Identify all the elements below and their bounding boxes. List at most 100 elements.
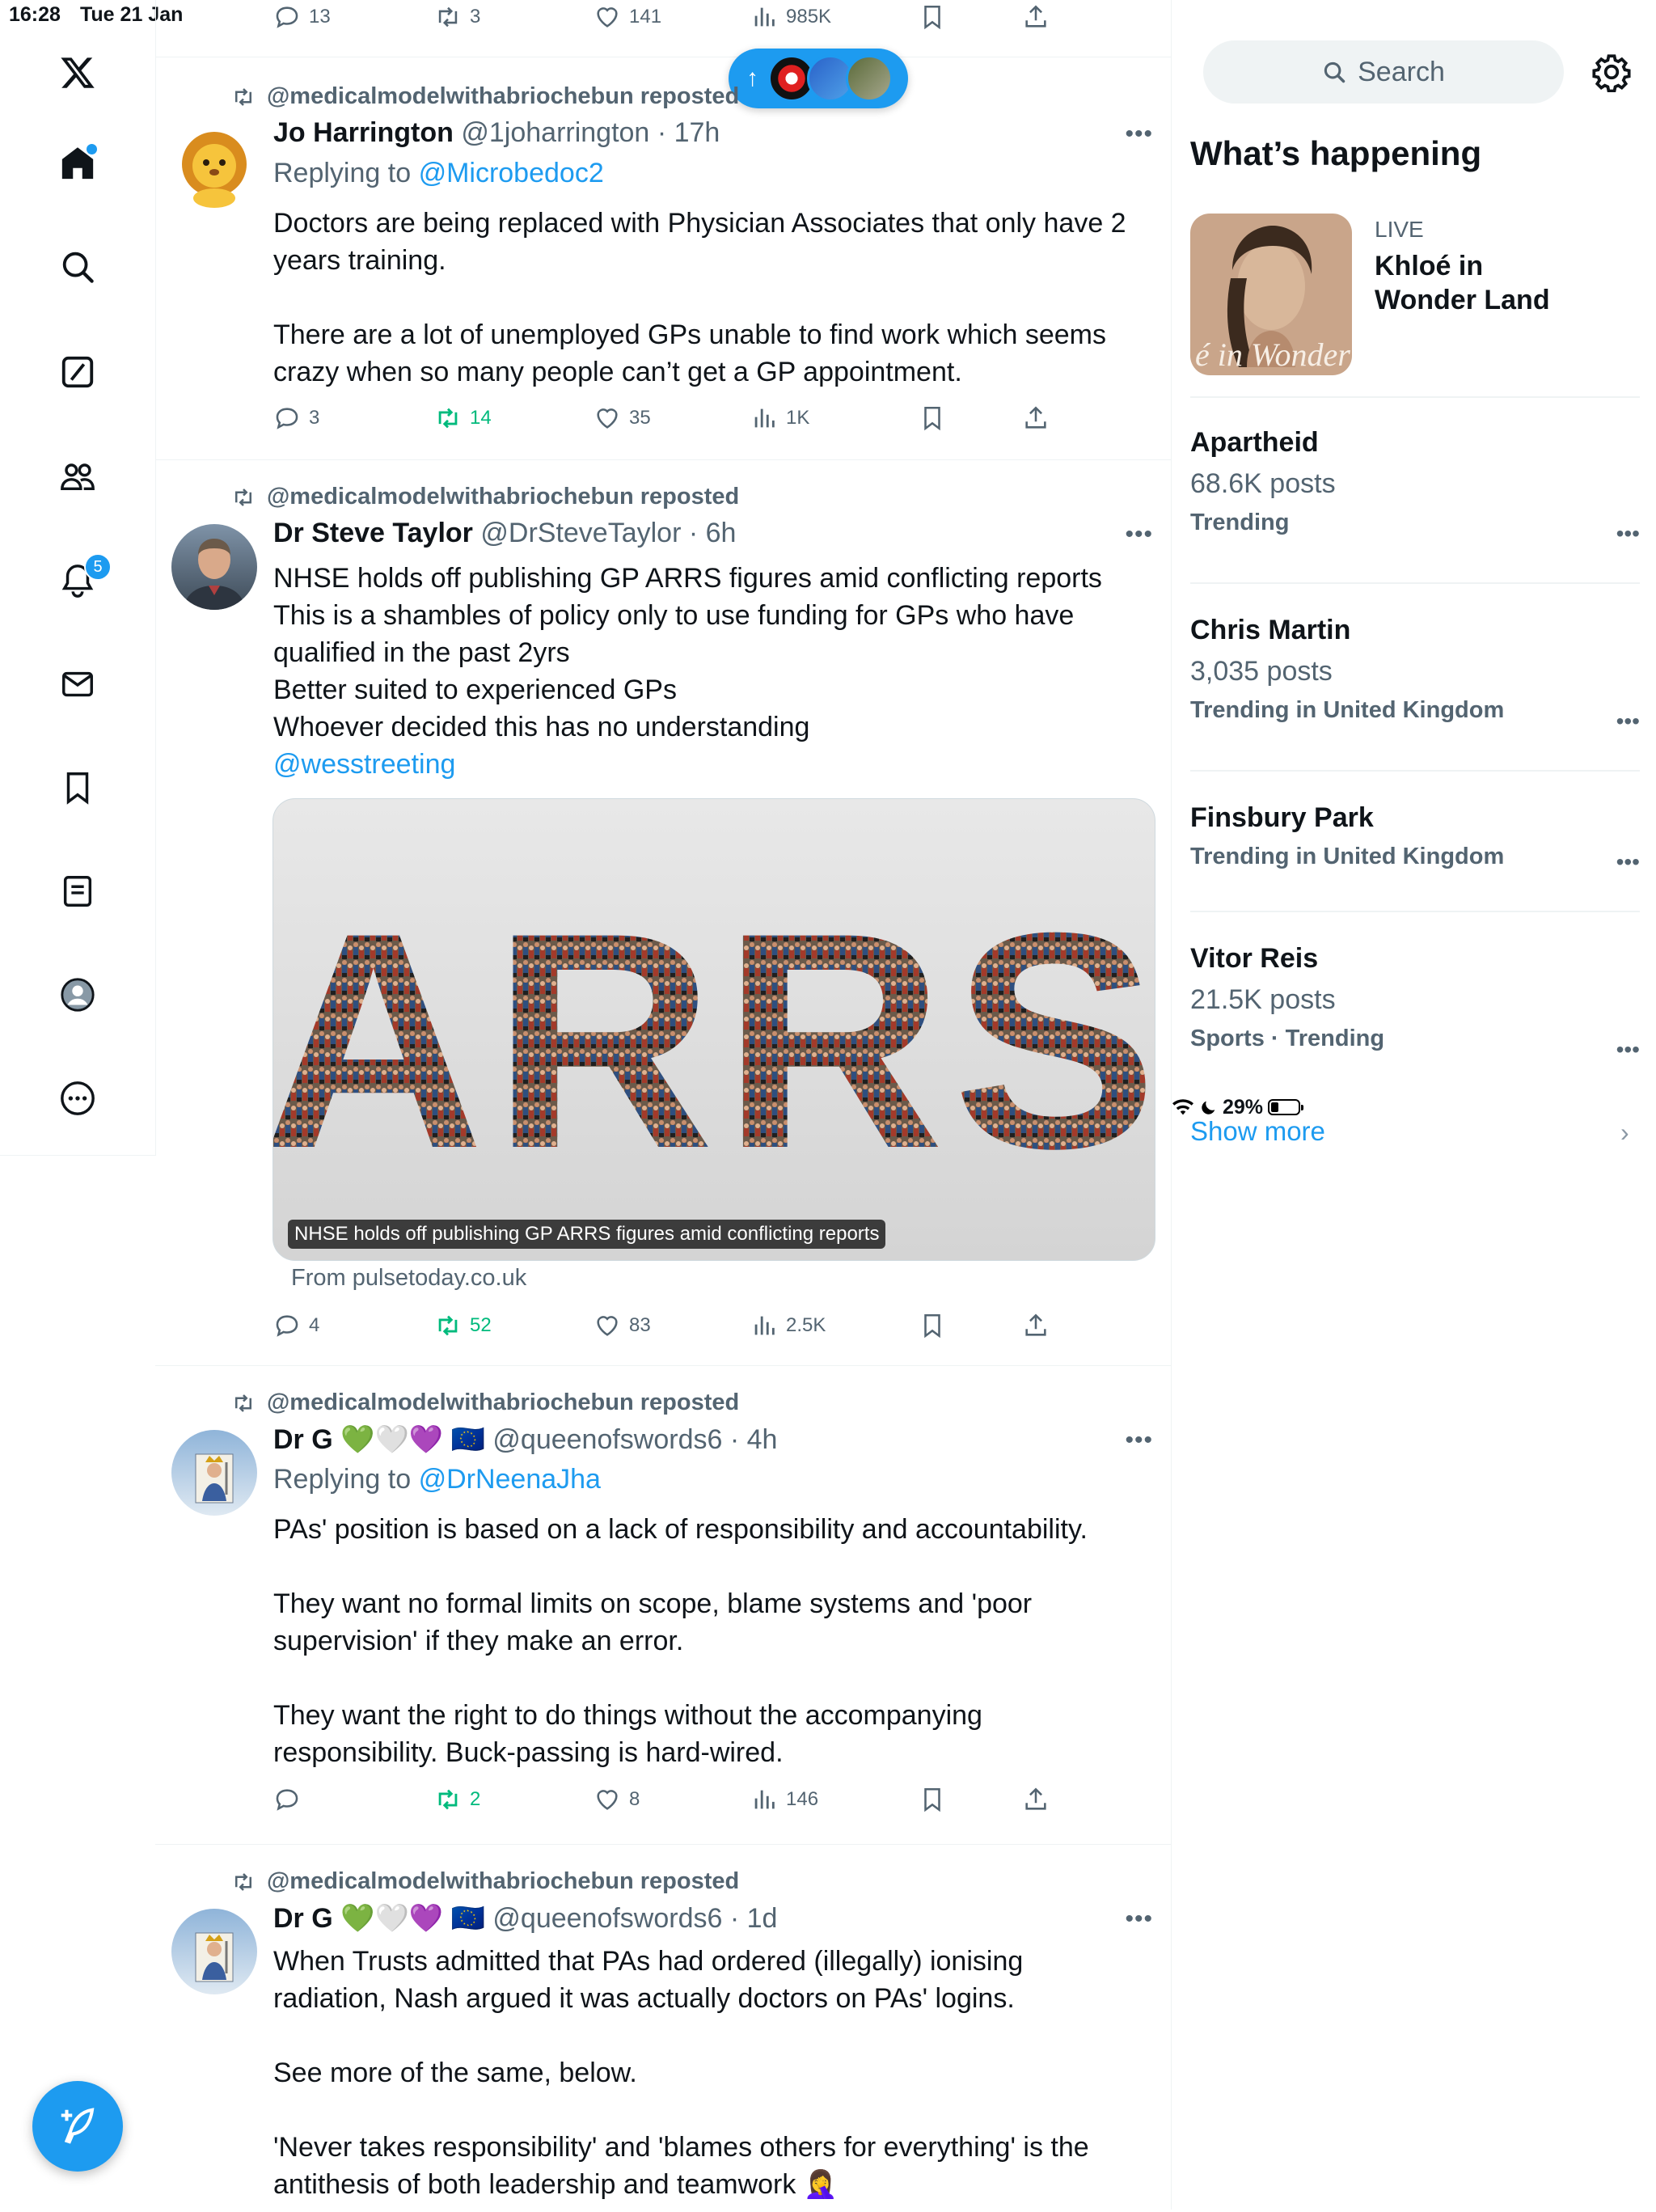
trend-item[interactable]: Apartheid 68.6K posts Trending •••: [1190, 427, 1640, 546]
share-button[interactable]: [1022, 1786, 1050, 1813]
tweet-time[interactable]: · 4h: [730, 1424, 778, 1455]
profile-icon[interactable]: [57, 974, 99, 1016]
bookmarks-icon[interactable]: [57, 767, 99, 809]
home-icon[interactable]: [57, 142, 99, 184]
communities-icon[interactable]: [57, 455, 99, 497]
repost-icon: [235, 488, 251, 506]
repost-button[interactable]: 2: [434, 1786, 480, 1813]
grok-icon[interactable]: [57, 351, 99, 393]
more-options-button[interactable]: •••: [1125, 521, 1153, 548]
tweet[interactable]: @medicalmodelwithabriochebun reposted Dr…: [155, 459, 1171, 1366]
repost-icon: [235, 1872, 251, 1891]
more-options-button[interactable]: •••: [1125, 1427, 1153, 1454]
replying-to-link[interactable]: @Microbedoc2: [419, 158, 604, 188]
like-button[interactable]: 141: [594, 3, 661, 31]
views-button[interactable]: 146: [750, 1786, 818, 1813]
author-handle[interactable]: @1joharrington: [461, 117, 649, 148]
reply-button[interactable]: [273, 1786, 309, 1813]
reply-count: 4: [309, 1314, 320, 1336]
author-name[interactable]: Dr G: [273, 1424, 333, 1455]
tweet-actions: 3 14 35 1K: [273, 404, 1195, 437]
replying-to-link[interactable]: @DrNeenaJha: [419, 1464, 601, 1495]
view-count: 2.5K: [786, 1314, 826, 1336]
bookmark-button[interactable]: [919, 1786, 946, 1813]
author-handle[interactable]: @queenofswords6: [492, 1424, 722, 1455]
avatar[interactable]: [171, 1430, 257, 1516]
trend-item[interactable]: Vitor Reis 21.5K posts Sports · Trending…: [1190, 943, 1640, 1062]
more-options-button[interactable]: •••: [1125, 1905, 1153, 1933]
bookmark-icon: [924, 1787, 940, 1812]
search-icon[interactable]: [57, 246, 99, 288]
reply-button[interactable]: 13: [273, 3, 331, 31]
share-icon: [1025, 406, 1046, 429]
trend-more-button[interactable]: •••: [1616, 849, 1640, 875]
trend-meta: Trending in United Kingdom: [1190, 844, 1505, 869]
show-more-link[interactable]: Show more: [1190, 1116, 1325, 1147]
author-name[interactable]: Jo Harrington: [273, 117, 454, 148]
trend-more-button[interactable]: •••: [1616, 708, 1640, 734]
views-button[interactable]: 2.5K: [750, 1312, 826, 1339]
avatar[interactable]: [171, 124, 257, 209]
link-card[interactable]: ARRS NHSE holds off publishing GP ARRS f…: [272, 798, 1155, 1261]
tweet[interactable]: @medicalmodelwithabriochebun reposted Jo…: [155, 57, 1171, 460]
trend-count: 3,035 posts: [1190, 656, 1333, 687]
tweet-time[interactable]: · 6h: [689, 518, 737, 548]
live-event[interactable]: é in Wonder l LIVE Khloé in Wonder Land: [1190, 214, 1640, 375]
search-input[interactable]: Search: [1203, 40, 1564, 104]
repost-icon: [235, 1394, 251, 1412]
bookmark-icon: [924, 406, 940, 431]
like-button[interactable]: 8: [594, 1786, 640, 1813]
repost-button[interactable]: 52: [434, 1312, 492, 1339]
repost-icon: [438, 408, 458, 429]
views-button[interactable]: 1K: [750, 404, 809, 432]
messages-icon[interactable]: [57, 663, 99, 705]
compose-button[interactable]: [32, 2081, 123, 2172]
author-handle[interactable]: @queenofswords6: [492, 1903, 722, 1934]
reply-icon: [276, 408, 298, 429]
tweet-time[interactable]: · 17h: [657, 117, 720, 148]
bookmark-button[interactable]: [919, 1312, 946, 1339]
repost-button[interactable]: 3: [434, 3, 480, 31]
author-name[interactable]: Dr G: [273, 1903, 333, 1934]
settings-button[interactable]: [1591, 52, 1632, 93]
tweet[interactable]: @medicalmodelwithabriochebun reposted Dr…: [155, 1365, 1171, 1845]
author-handle[interactable]: @DrSteveTaylor: [480, 518, 681, 548]
lists-icon[interactable]: [57, 870, 99, 912]
avatar[interactable]: [171, 524, 257, 610]
trend-item[interactable]: Chris Martin 3,035 posts Trending in Uni…: [1190, 615, 1640, 734]
author-name[interactable]: Dr Steve Taylor: [273, 518, 473, 548]
like-button[interactable]: 35: [594, 404, 651, 432]
trend-more-button[interactable]: •••: [1616, 521, 1640, 547]
mention-link[interactable]: @wesstreeting: [273, 749, 455, 780]
card-source[interactable]: From pulsetoday.co.uk: [291, 1265, 526, 1292]
repost-button[interactable]: 14: [434, 404, 492, 432]
more-icon[interactable]: [57, 1077, 99, 1119]
views-button[interactable]: 985K: [750, 3, 831, 31]
timeline: 13 3 141 985K ↑ @medicalmodelwithabrioch…: [155, 0, 1172, 2210]
trend-item[interactable]: Finsbury Park Trending in United Kingdom…: [1190, 802, 1640, 874]
notifications-icon[interactable]: 5: [57, 553, 112, 602]
share-button[interactable]: [1022, 404, 1050, 432]
more-options-button[interactable]: •••: [1125, 121, 1153, 148]
reply-button[interactable]: 4: [273, 1312, 319, 1339]
tweet-text: Doctors are being replaced with Physicia…: [273, 208, 1126, 387]
like-button[interactable]: 83: [594, 1312, 651, 1339]
live-label: LIVE: [1375, 217, 1424, 242]
tweet-time[interactable]: · 1d: [730, 1903, 778, 1934]
repost-label: @medicalmodelwithabriochebun reposted: [267, 1868, 740, 1894]
like-count: 8: [629, 1788, 640, 1810]
share-button[interactable]: [1022, 1312, 1050, 1339]
repost-icon: [438, 1789, 458, 1810]
notifications-badge: 5: [84, 553, 112, 581]
trend-count: 68.6K posts: [1190, 468, 1336, 499]
whats-happening-title: What’s happening: [1190, 134, 1482, 172]
share-button[interactable]: [1022, 3, 1050, 31]
trend-more-button[interactable]: •••: [1616, 1037, 1640, 1063]
x-logo[interactable]: [57, 52, 99, 94]
bookmark-button[interactable]: [919, 404, 946, 432]
tweet-text: When Trusts admitted that PAs had ordere…: [273, 1946, 1089, 2200]
avatar[interactable]: [171, 1909, 257, 1994]
bookmark-button[interactable]: [919, 3, 946, 31]
reply-button[interactable]: 3: [273, 404, 319, 432]
tweet[interactable]: @medicalmodelwithabriochebun reposted Dr…: [155, 1844, 1171, 2210]
